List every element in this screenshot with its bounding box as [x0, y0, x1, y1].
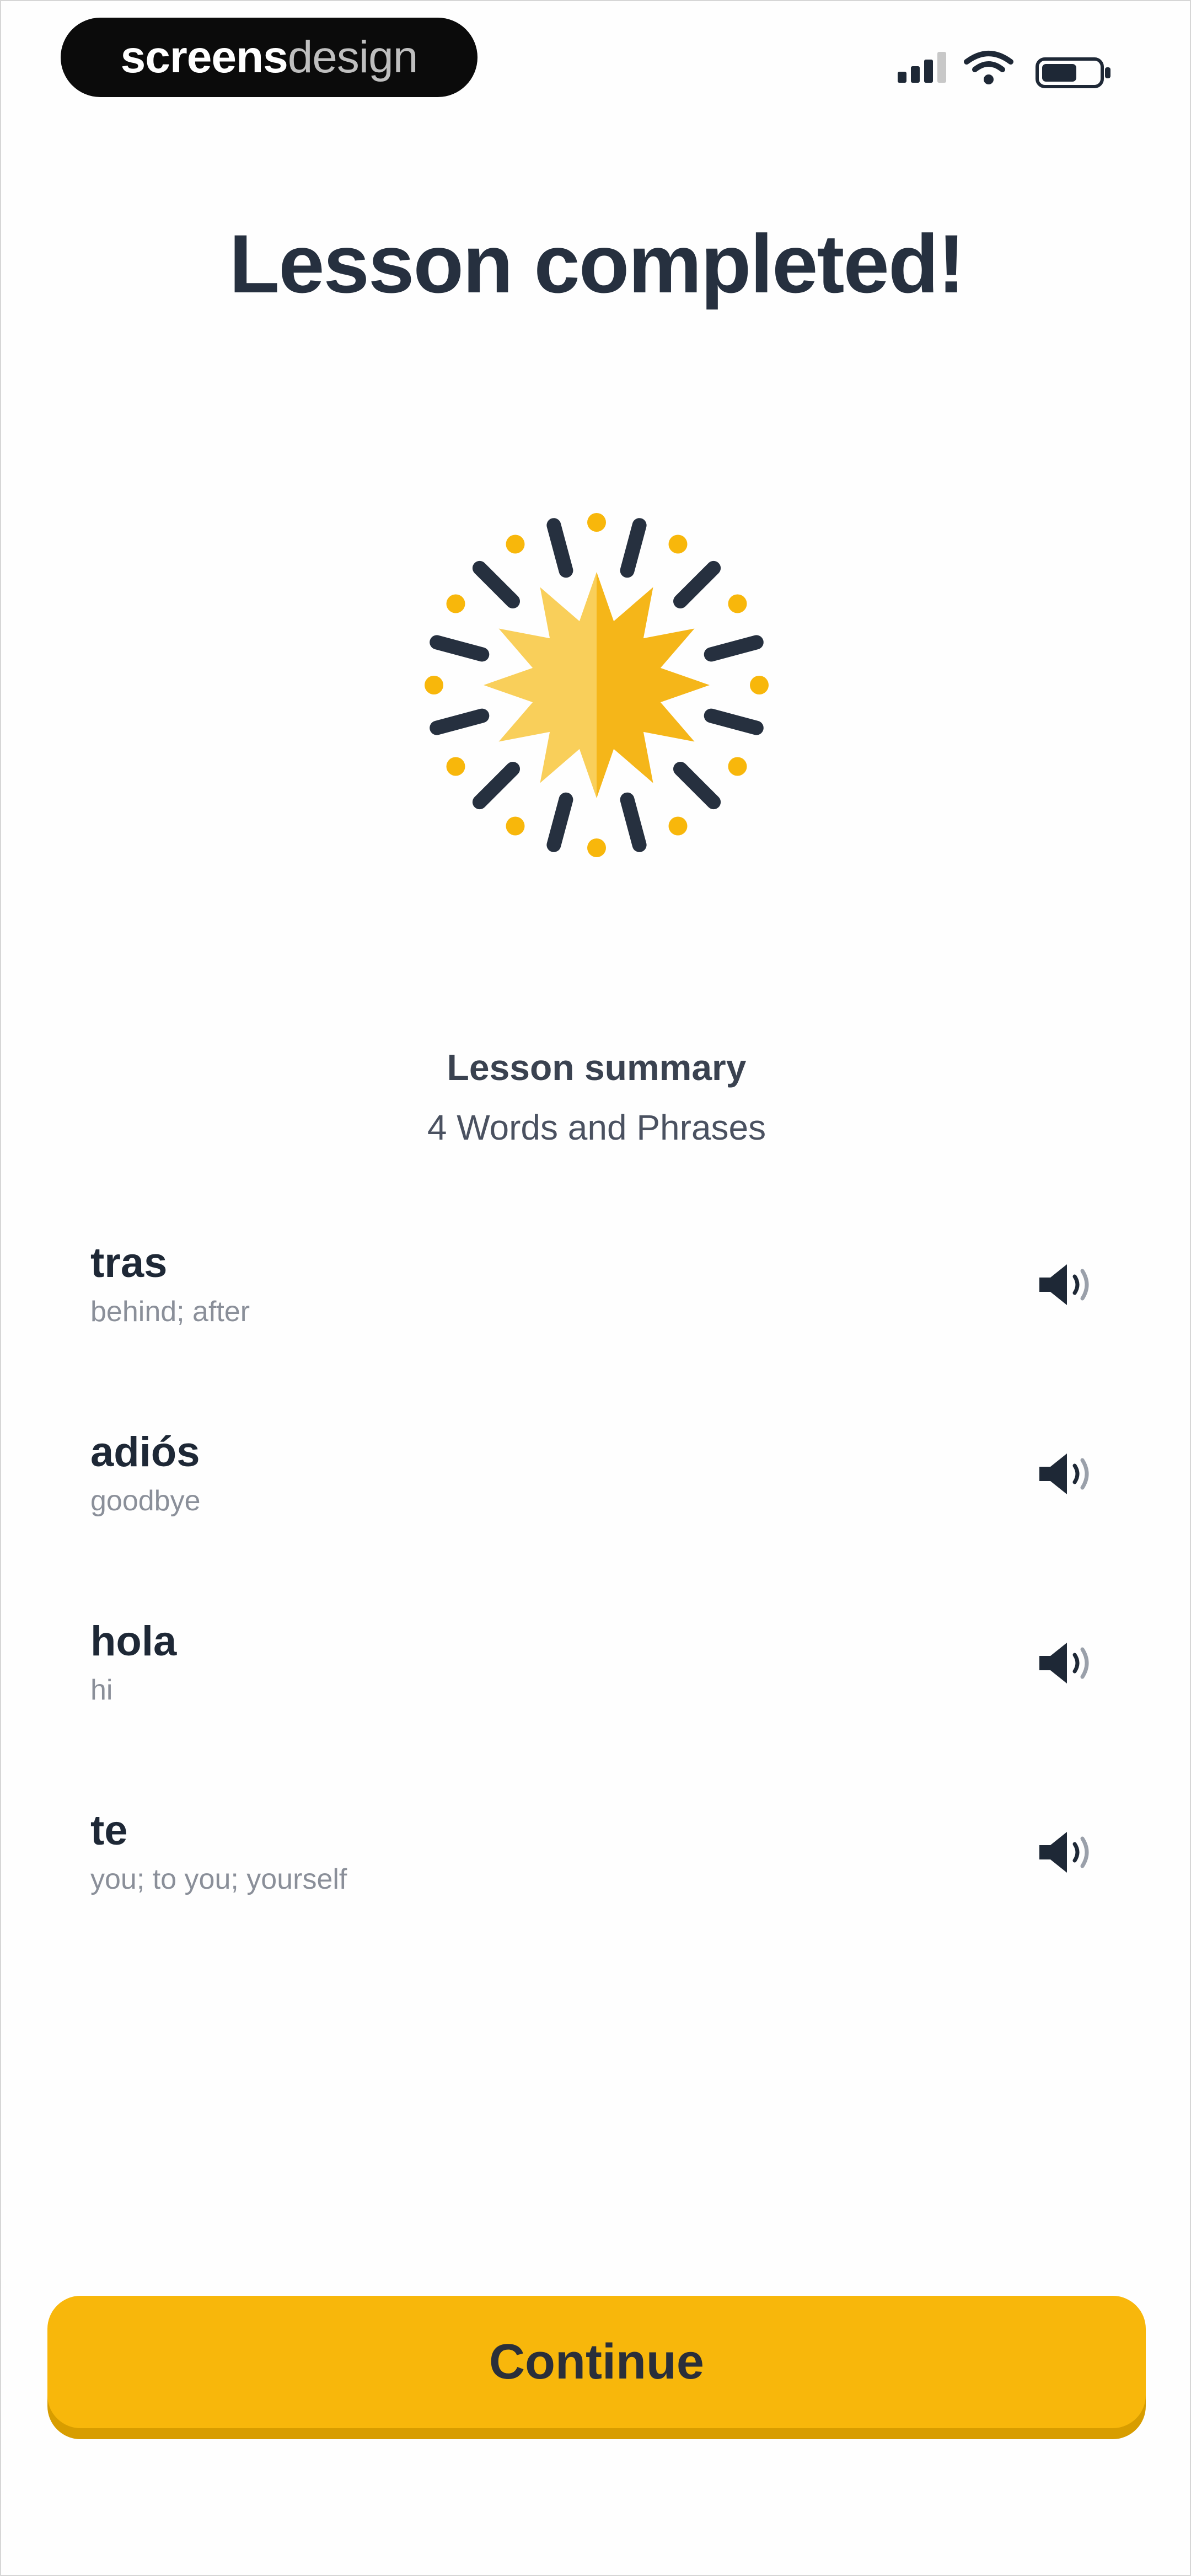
- burst-ray: [430, 708, 490, 735]
- word-row-te: te you; to you; yourself: [1, 1804, 1191, 1994]
- continue-button[interactable]: Continue: [47, 2296, 1146, 2428]
- word-term: hola: [90, 1618, 177, 1665]
- lesson-summary-label: Lesson summary: [447, 1047, 747, 1088]
- burst-ray: [673, 762, 721, 810]
- speaker-icon[interactable]: [1035, 1260, 1096, 1310]
- burst-dot: [446, 594, 465, 613]
- burst-ray: [704, 708, 764, 735]
- word-term: tras: [90, 1239, 168, 1286]
- burst-dot: [425, 676, 443, 694]
- burst-dot: [668, 535, 688, 554]
- word-translation: behind; after: [90, 1296, 250, 1328]
- burst-dot: [668, 816, 688, 836]
- word-translation: goodbye: [90, 1485, 201, 1517]
- brand-text-bold: screens: [120, 32, 288, 82]
- burst-dot: [506, 535, 525, 554]
- word-row-tras: tras behind; after: [1, 1237, 1191, 1426]
- burst-dot: [506, 816, 525, 836]
- burst-ray: [620, 518, 647, 578]
- burst-ray: [673, 560, 721, 608]
- burst-dot: [750, 676, 769, 694]
- signal-icon: [898, 52, 946, 83]
- burst-dot: [587, 513, 606, 532]
- speaker-icon[interactable]: [1035, 1827, 1096, 1877]
- lesson-summary-count: 4 Words and Phrases: [427, 1108, 766, 1147]
- burst-dot: [728, 757, 747, 776]
- word-translation: you; to you; yourself: [90, 1863, 347, 1895]
- burst-icon: [425, 513, 769, 857]
- brand-text-light: design: [287, 32, 419, 82]
- word-row-hola: hola hi: [1, 1615, 1191, 1804]
- word-term: adiós: [90, 1429, 200, 1476]
- burst-ray: [472, 762, 520, 810]
- brand-badge: screens design: [61, 18, 478, 97]
- word-list: tras behind; after adiós goodbye hola hi: [1, 1237, 1191, 1994]
- speaker-icon[interactable]: [1035, 1638, 1096, 1688]
- word-translation: hi: [90, 1674, 113, 1706]
- burst-dot: [728, 594, 747, 613]
- burst-ray: [704, 635, 764, 662]
- wifi-icon: [964, 51, 1013, 84]
- burst-dot: [446, 757, 465, 776]
- word-term: te: [90, 1807, 128, 1854]
- screen: screens design Lesson completed! Lesson …: [0, 0, 1191, 2576]
- speaker-icon[interactable]: [1035, 1449, 1096, 1499]
- burst-ray: [472, 560, 520, 608]
- burst-dot: [587, 838, 606, 857]
- word-row-adios: adiós goodbye: [1, 1426, 1191, 1615]
- battery-icon: [1036, 57, 1110, 88]
- burst-ray: [430, 635, 490, 662]
- page-title: Lesson completed!: [229, 217, 965, 310]
- burst-ray: [620, 792, 647, 852]
- burst-ray: [546, 792, 573, 852]
- burst-ray: [546, 518, 573, 578]
- status-icons: [898, 50, 1118, 94]
